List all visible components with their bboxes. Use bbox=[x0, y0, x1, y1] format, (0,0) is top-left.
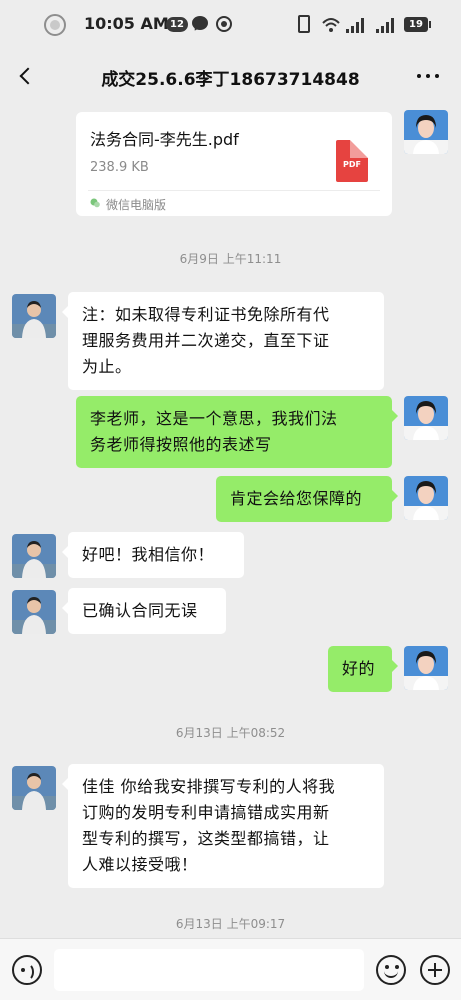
pdf-type-label: PDF bbox=[343, 160, 361, 169]
message-bubble-icon bbox=[192, 16, 208, 30]
pdf-file-icon: PDF bbox=[336, 140, 368, 182]
message-line: 订购的发明专利申请搞错成实用新 bbox=[82, 803, 330, 822]
chat-title: 成交25.6.6李丁18673714848 bbox=[101, 70, 360, 90]
contact-avatar[interactable] bbox=[12, 766, 56, 810]
message-line: 人难以接受哦！ bbox=[82, 855, 198, 874]
sent-message-bubble[interactable]: 肯定会给您保障的 bbox=[216, 476, 398, 522]
wifi-icon bbox=[322, 18, 340, 32]
message-line: 已确认合同无误 bbox=[82, 601, 198, 620]
message-line: 为止。 bbox=[82, 357, 132, 376]
back-arrow-icon[interactable] bbox=[16, 65, 36, 87]
status-time: 10:05 AM bbox=[84, 14, 169, 33]
message-line: 肯定会给您保障的 bbox=[230, 489, 363, 508]
message-list[interactable]: 法务合同-李先生.pdf 238.9 KB PDF 微信电脑版 6月9日 上午1… bbox=[0, 102, 461, 938]
notification-count-badge: 12 bbox=[166, 17, 188, 32]
record-icon bbox=[216, 16, 232, 32]
message-line: 型专利的撰写，这类型都搞错，让 bbox=[82, 829, 330, 848]
message-timestamp: 6月13日 上午08:52 bbox=[175, 726, 286, 740]
chat-header: 成交25.6.6李丁18673714848 bbox=[0, 50, 461, 102]
sent-message-bubble[interactable]: 好的 bbox=[328, 646, 398, 692]
plus-icon[interactable] bbox=[420, 955, 450, 985]
message-timestamp: 6月13日 上午09:17 bbox=[175, 917, 286, 931]
my-avatar[interactable] bbox=[404, 396, 448, 440]
received-message-bubble[interactable]: 已确认合同无误 bbox=[62, 588, 226, 634]
contact-avatar[interactable] bbox=[12, 590, 56, 634]
status-bar: 10:05 AM 12 19 bbox=[0, 0, 461, 50]
file-name: 法务合同-李先生.pdf bbox=[90, 130, 239, 149]
received-message-bubble[interactable]: 注：如未取得专利证书免除所有代 理服务费用并二次递交，直至下证 为止。 bbox=[62, 292, 384, 390]
signal-icon bbox=[346, 17, 368, 33]
file-source: 微信电脑版 bbox=[106, 198, 167, 212]
received-message-bubble[interactable]: 好吧！我相信你！ bbox=[62, 532, 244, 578]
contact-avatar[interactable] bbox=[12, 534, 56, 578]
signal-icon bbox=[376, 17, 398, 33]
message-line: 好吧！我相信你！ bbox=[82, 545, 215, 564]
my-avatar[interactable] bbox=[404, 646, 448, 690]
vibrate-icon bbox=[298, 15, 310, 33]
message-line: 好的 bbox=[342, 659, 376, 678]
message-line: 务老师得按照他的表述写 bbox=[90, 435, 272, 454]
received-message-bubble[interactable]: 佳佳 你给我安排撰写专利的人将我 订购的发明专利申请搞错成实用新 型专利的撰写，… bbox=[62, 764, 384, 888]
message-line: 注：如未取得专利证书免除所有代 bbox=[82, 305, 330, 324]
message-line: 理服务费用并二次递交，直至下证 bbox=[82, 331, 330, 350]
voice-icon[interactable] bbox=[12, 955, 42, 985]
contact-avatar[interactable] bbox=[12, 294, 56, 338]
my-avatar[interactable] bbox=[404, 476, 448, 520]
emoji-icon[interactable] bbox=[376, 955, 406, 985]
wechat-logo-icon bbox=[90, 198, 100, 208]
circle-status-icon bbox=[44, 14, 66, 36]
message-line: 佳佳 你给我安排撰写专利的人将我 bbox=[82, 777, 336, 796]
more-dots-icon[interactable] bbox=[415, 64, 441, 86]
message-input[interactable] bbox=[54, 949, 364, 991]
file-size: 238.9 KB bbox=[90, 160, 149, 175]
message-timestamp: 6月9日 上午11:11 bbox=[179, 252, 282, 266]
battery-icon: 19 bbox=[404, 17, 431, 32]
my-avatar[interactable] bbox=[404, 110, 448, 154]
sent-message-bubble[interactable]: 李老师，这是一个意思，我我们法 务老师得按照他的表述写 bbox=[76, 396, 398, 468]
message-line: 李老师，这是一个意思，我我们法 bbox=[90, 409, 338, 428]
file-message[interactable]: 法务合同-李先生.pdf 238.9 KB PDF 微信电脑版 bbox=[76, 112, 392, 216]
divider bbox=[88, 190, 380, 191]
message-input-bar bbox=[0, 938, 461, 1000]
